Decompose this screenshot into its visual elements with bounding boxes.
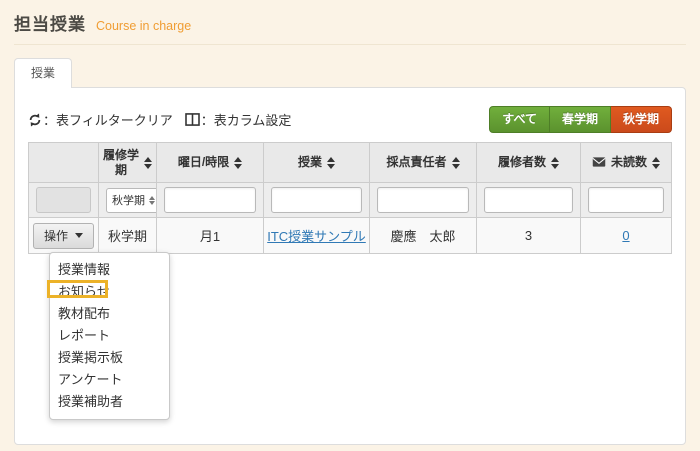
header-enrolled[interactable]: 履修者数 (477, 143, 581, 183)
header-divider (14, 44, 686, 45)
cell-day-period: 月1 (157, 218, 264, 254)
menu-item-announcements[interactable]: お知らせ (50, 281, 169, 303)
sort-icon (234, 157, 242, 169)
menu-item-course-board[interactable]: 授業掲示板 (50, 347, 169, 369)
filter-all-button[interactable]: すべて (489, 106, 550, 133)
menu-item-course-info[interactable]: 授業情報 (50, 259, 169, 281)
menu-item-announcements-label: お知らせ (58, 284, 110, 299)
semester-filter-group: すべて 春学期 秋学期 (489, 106, 672, 133)
sort-icon (652, 157, 660, 169)
table-header-row: 履修学期 曜日/時限 授業 採点責任者 履修者数 (29, 143, 672, 183)
menu-item-survey[interactable]: アンケート (50, 369, 169, 391)
header-day-period[interactable]: 曜日/時限 (157, 143, 264, 183)
filter-grader-input[interactable] (377, 187, 469, 213)
filter-actions-input (36, 187, 91, 213)
cell-grader: 慶應 太郎 (370, 218, 477, 254)
filter-day-period-input[interactable] (164, 187, 256, 213)
action-dropdown-button[interactable]: 操作 (33, 223, 94, 249)
header-grader[interactable]: 採点責任者 (370, 143, 477, 183)
menu-item-materials[interactable]: 教材配布 (50, 303, 169, 325)
menu-item-reports[interactable]: レポート (50, 325, 169, 347)
header-course-label: 授業 (298, 155, 322, 170)
course-row: 操作 秋学期 月1 ITC授業サンプル 慶應 太郎 3 0 (29, 218, 672, 254)
filter-clear-label: ：表フィルタークリア (43, 110, 173, 129)
column-settings-label: ：表カラム設定 (201, 110, 292, 129)
courses-table: 履修学期 曜日/時限 授業 採点責任者 履修者数 (28, 142, 672, 254)
filter-row: 秋学期 (29, 183, 672, 218)
page-header: 担当授業 Course in charge (0, 0, 700, 35)
sort-icon (551, 157, 559, 169)
header-grader-label: 採点責任者 (386, 155, 446, 170)
sort-icon (144, 157, 152, 169)
toolbar: ：表フィルタークリア ：表カラム設定 すべて 春学期 秋学期 (28, 106, 672, 133)
cell-enrolled: 3 (477, 218, 581, 254)
menu-item-course-assistants[interactable]: 授業補助者 (50, 391, 169, 413)
unread-count-link[interactable]: 0 (622, 228, 629, 243)
header-course[interactable]: 授業 (264, 143, 370, 183)
tab-courses[interactable]: 授業 (14, 58, 72, 88)
filter-semester-value: 秋学期 (112, 192, 145, 208)
header-actions (29, 143, 99, 183)
header-day-period-label: 曜日/時限 (178, 155, 229, 170)
header-semester[interactable]: 履修学期 (99, 143, 157, 183)
header-unread-label: 未読数 (611, 155, 647, 170)
page-subtitle: Course in charge (96, 19, 191, 33)
cell-semester: 秋学期 (99, 218, 157, 254)
filter-enrolled-input[interactable] (484, 187, 573, 213)
course-link[interactable]: ITC授業サンプル (267, 229, 366, 244)
filter-fall-button[interactable]: 秋学期 (611, 106, 672, 133)
toolbar-legend: ：表フィルタークリア ：表カラム設定 (28, 110, 291, 129)
sort-icon (327, 157, 335, 169)
refresh-icon[interactable] (28, 113, 42, 127)
caret-down-icon (75, 233, 83, 238)
filter-unread-input[interactable] (588, 187, 664, 213)
page-title: 担当授業 (14, 15, 86, 34)
header-unread[interactable]: 未読数 (581, 143, 672, 183)
action-dropdown-menu: 授業情報 お知らせ 教材配布 レポート 授業掲示板 アンケート 授業補助者 (49, 252, 170, 420)
filter-spring-button[interactable]: 春学期 (550, 106, 611, 133)
column-settings-icon[interactable] (185, 113, 200, 126)
select-arrows-icon (149, 196, 155, 205)
content-panel: ：表フィルタークリア ：表カラム設定 すべて 春学期 秋学期 履修学期 (14, 87, 686, 445)
sort-icon (452, 157, 460, 169)
filter-course-input[interactable] (271, 187, 362, 213)
action-dropdown-label: 操作 (44, 227, 68, 244)
header-enrolled-label: 履修者数 (498, 155, 546, 170)
header-semester-label: 履修学期 (103, 148, 139, 178)
mail-icon (592, 156, 606, 170)
filter-semester-select[interactable]: 秋学期 (106, 188, 160, 213)
